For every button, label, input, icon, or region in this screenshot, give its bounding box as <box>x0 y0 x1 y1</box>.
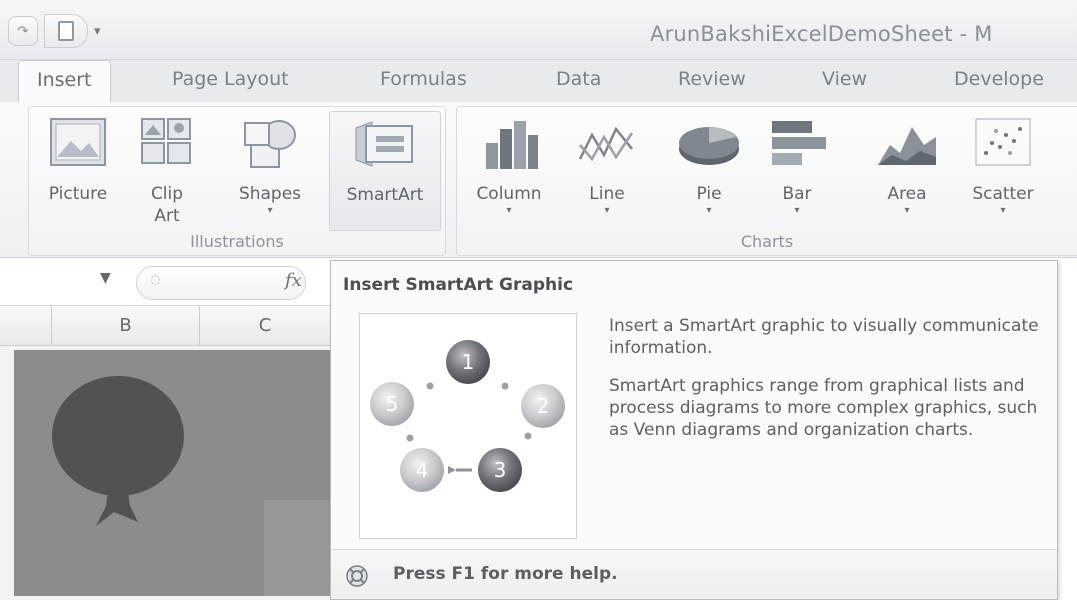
tab-insert[interactable]: Insert <box>18 60 111 104</box>
area-chart-button[interactable]: Area ▾ <box>865 111 949 231</box>
tab-page-layout[interactable]: Page Layout <box>172 68 289 90</box>
tooltip-footer: Press F1 for more help. <box>331 549 1057 599</box>
clip-art-label: Clip Art <box>125 183 209 227</box>
clip-art-icon <box>141 118 191 164</box>
illustrations-group-label: Illustrations <box>190 232 284 251</box>
tooltip-title: Insert SmartArt Graphic <box>343 275 574 295</box>
pie-label: Pie <box>696 184 722 204</box>
charts-group-label: Charts <box>740 232 794 251</box>
pie-chart-button[interactable]: Pie ▾ <box>667 111 751 231</box>
column-header-a[interactable] <box>0 306 52 346</box>
scatter-chart-icon <box>975 118 1031 166</box>
scatter-chart-button[interactable]: Scatter ▾ <box>957 111 1049 231</box>
document-icon <box>58 21 74 41</box>
cycle-node-5: 5 <box>386 392 399 416</box>
new-document-button[interactable] <box>44 14 88 48</box>
picture-button[interactable]: Picture <box>33 111 123 231</box>
tab-review[interactable]: Review <box>678 68 746 90</box>
illustrations-group: Picture Clip Art Shapes ▾ SmartArt Illus… <box>28 106 446 256</box>
tooltip-detail: SmartArt graphics range from graphical l… <box>609 376 1038 440</box>
tab-view[interactable]: View <box>822 68 867 90</box>
smartart-tooltip: Insert SmartArt Graphic 1 2 3 4 5 Insert… <box>330 260 1058 600</box>
cancel-entry-icon[interactable]: ◌ <box>150 272 160 286</box>
clip-art-label-line2: Art <box>154 206 180 226</box>
insert-function-button[interactable]: fx <box>285 270 302 291</box>
help-icon <box>346 565 368 587</box>
column-headers: B C <box>0 306 330 346</box>
scatter-label: Scatter <box>972 184 1034 204</box>
cycle-node-3: 3 <box>494 458 507 482</box>
formula-buttons-area <box>136 266 306 300</box>
ribbon-tabs: Insert Page Layout Formulas Data Review … <box>0 60 1077 104</box>
tooltip-description: Insert a SmartArt graphic to visually co… <box>609 316 1039 358</box>
column-chart-button[interactable]: Column ▾ <box>461 111 557 231</box>
line-label: Line <box>589 184 625 204</box>
smartart-preview: 1 2 3 4 5 <box>359 313 577 539</box>
pie-dropdown-arrow: ▾ <box>706 205 712 216</box>
tab-formulas[interactable]: Formulas <box>380 68 467 90</box>
balloon-image <box>52 376 330 596</box>
column-chart-icon <box>486 121 538 169</box>
cycle-node-2: 2 <box>537 394 550 418</box>
tab-data[interactable]: Data <box>556 68 601 90</box>
shapes-icon <box>244 120 296 168</box>
clip-art-button[interactable]: Clip Art <box>125 111 209 231</box>
pie-chart-icon <box>679 127 739 165</box>
picture-icon <box>50 118 106 166</box>
area-label: Area <box>887 184 927 204</box>
column-header-b[interactable]: B <box>52 306 200 346</box>
bar-label: Bar <box>782 184 812 204</box>
area-dropdown-arrow: ▾ <box>904 205 910 216</box>
smartart-label: SmartArt <box>346 185 424 205</box>
title-bar: ↷ ▾ ArunBakshiExcelDemoSheet - M <box>0 0 1077 60</box>
tab-developer[interactable]: Develope <box>954 68 1044 90</box>
redo-icon: ↷ <box>17 23 29 39</box>
inserted-picture[interactable] <box>14 350 330 596</box>
cycle-diagram-icon: 1 2 3 4 5 <box>370 340 565 492</box>
column-dropdown-arrow: ▾ <box>506 205 512 216</box>
picture-label: Picture <box>48 184 108 204</box>
line-chart-button[interactable]: Line ▾ <box>567 111 647 231</box>
line-chart-icon <box>578 126 634 162</box>
worksheet-area <box>0 346 330 600</box>
formula-bar: ▼ ◌ fx <box>0 262 330 306</box>
cycle-node-1: 1 <box>462 350 475 374</box>
quick-access-toolbar: ↷ ▾ <box>8 14 101 48</box>
shapes-button[interactable]: Shapes ▾ <box>225 111 315 231</box>
bar-dropdown-arrow: ▾ <box>794 205 800 216</box>
column-header-c[interactable]: C <box>200 306 330 346</box>
help-text: Press F1 for more help. <box>393 564 618 584</box>
charts-group: Column ▾ Line ▾ Pie ▾ Bar ▾ Area ▾ Scatt… <box>456 106 1077 256</box>
shapes-dropdown-arrow: ▾ <box>267 205 273 216</box>
area-chart-icon <box>878 127 936 165</box>
line-dropdown-arrow: ▾ <box>604 205 610 216</box>
ribbon: Picture Clip Art Shapes ▾ SmartArt Illus… <box>0 102 1077 258</box>
scatter-dropdown-arrow: ▾ <box>1000 205 1006 216</box>
shapes-label: Shapes <box>238 184 302 204</box>
clip-art-label-line1: Clip <box>150 184 184 204</box>
bar-chart-icon <box>772 121 826 165</box>
name-box-dropdown[interactable]: ▼ <box>100 270 111 286</box>
customize-toolbar-dropdown[interactable]: ▾ <box>94 24 101 39</box>
bar-chart-button[interactable]: Bar ▾ <box>757 111 837 231</box>
redo-button[interactable]: ↷ <box>8 16 38 46</box>
column-label: Column <box>476 184 542 204</box>
smartart-button[interactable]: SmartArt <box>329 111 441 231</box>
cycle-node-4: 4 <box>416 458 429 482</box>
smartart-icon <box>355 121 413 167</box>
window-title: ArunBakshiExcelDemoSheet - M <box>650 22 993 46</box>
tooltip-body: Insert a SmartArt graphic to visually co… <box>609 315 1049 457</box>
